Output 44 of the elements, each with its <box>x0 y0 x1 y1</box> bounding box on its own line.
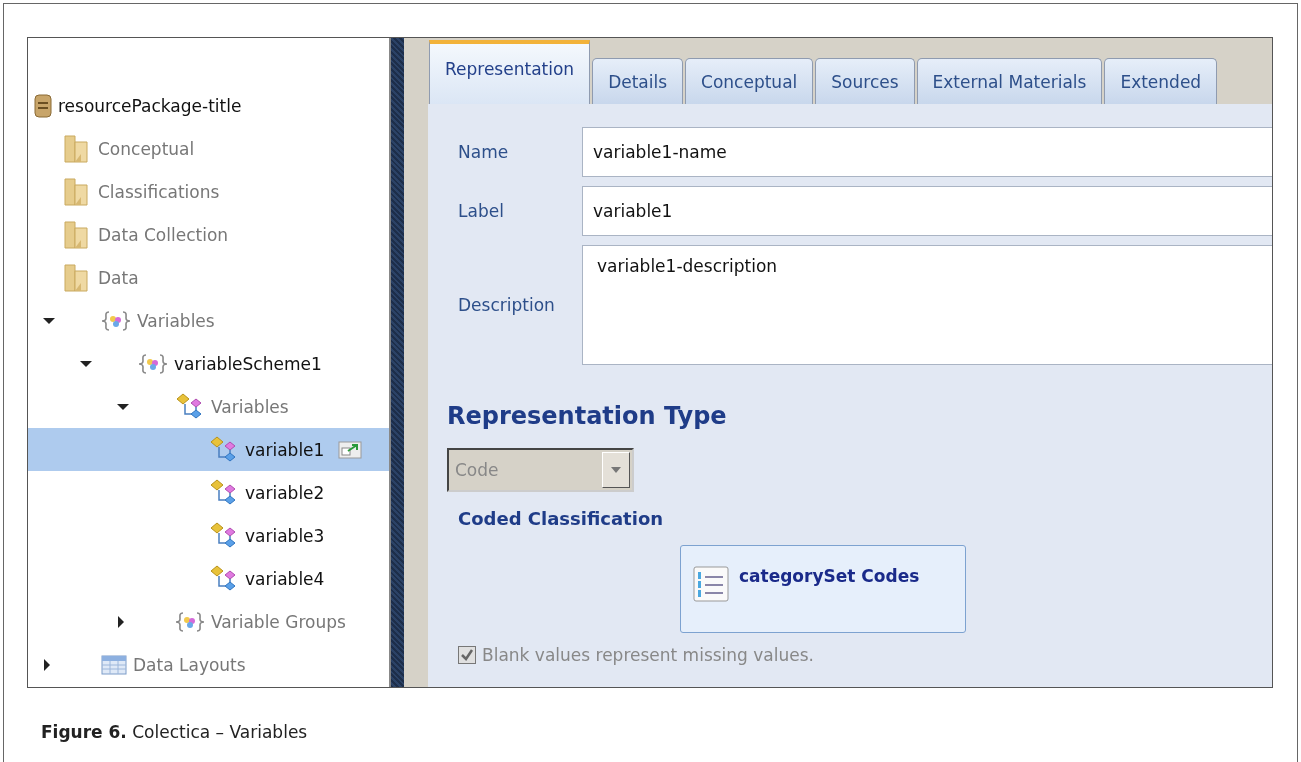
tree-item[interactable]: Variables <box>28 299 389 342</box>
collapse-arrow-icon[interactable] <box>80 359 92 368</box>
section-heading: Representation Type <box>447 402 728 430</box>
package-icon <box>34 93 52 118</box>
subsection-heading: Coded Classification <box>458 508 665 529</box>
input-field[interactable]: variable1 <box>582 186 1272 236</box>
tree-item[interactable]: variable4 <box>28 557 389 600</box>
splitter-bar[interactable] <box>389 38 404 687</box>
numbered-list-icon <box>693 566 729 602</box>
tree-item[interactable]: Variables <box>28 385 389 428</box>
figure-caption: Figure 6. Colectica – Variables <box>41 722 309 742</box>
expand-arrow-icon[interactable] <box>43 658 51 671</box>
collapse-arrow-icon[interactable] <box>43 316 55 325</box>
open-item-icon[interactable] <box>338 440 363 459</box>
field-label: Name <box>458 142 510 162</box>
tab[interactable]: Sources <box>815 58 915 104</box>
tree-item[interactable]: resourcePackage-title <box>28 84 389 127</box>
expand-arrow-icon[interactable] <box>117 615 125 628</box>
checkbox-label: Blank values represent missing values. <box>482 645 814 665</box>
tree-item[interactable]: Conceptual <box>28 127 389 170</box>
tree-item[interactable]: Data Layouts <box>28 643 389 686</box>
braces-icon <box>138 353 168 374</box>
tree-item[interactable]: Data <box>28 256 389 299</box>
tab[interactable]: Extended <box>1104 58 1218 104</box>
tree-item[interactable]: variableScheme1 <box>28 342 389 385</box>
description-field[interactable]: variable1-description <box>582 245 1272 365</box>
tree-item[interactable]: variable1 <box>28 428 389 471</box>
code-list-card[interactable]: categorySet Codes <box>680 545 966 633</box>
tab[interactable]: Conceptual <box>685 58 814 104</box>
tree-item[interactable]: variable2 <box>28 471 389 514</box>
tab[interactable]: External Materials <box>916 58 1103 104</box>
table-icon <box>101 654 127 675</box>
tree-item[interactable]: Variable Groups <box>28 600 389 643</box>
input-field[interactable]: variable1-name <box>582 127 1272 177</box>
collapse-arrow-icon[interactable] <box>117 402 129 411</box>
tab[interactable]: Details <box>592 58 684 104</box>
tab[interactable]: Representation <box>429 40 591 104</box>
tree-item[interactable]: Data Collection <box>28 213 389 256</box>
field-label: Label <box>458 201 505 221</box>
tree-item[interactable]: variable3 <box>28 514 389 557</box>
braces-icon <box>101 310 131 331</box>
tree-item[interactable]: Classifications <box>28 170 389 213</box>
braces-icon <box>175 611 205 632</box>
field-label: Description <box>458 295 556 315</box>
